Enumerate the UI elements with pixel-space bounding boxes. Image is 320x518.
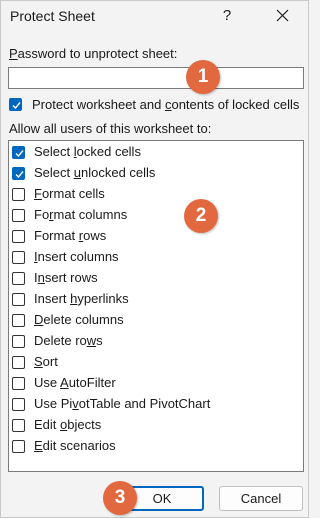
permission-label: Insert hyperlinks	[34, 291, 129, 306]
permission-item[interactable]: Format rows	[9, 226, 303, 247]
permission-item[interactable]: Format columns	[9, 205, 303, 226]
close-button[interactable]	[266, 3, 298, 29]
permission-label-a: Insert	[34, 291, 71, 306]
checkbox-checked-icon	[12, 167, 25, 180]
checkbox-unchecked-icon	[12, 377, 25, 390]
permission-item[interactable]: Insert columns	[9, 247, 303, 268]
permission-label: Select locked cells	[34, 144, 141, 159]
permission-label-b: ocked cells	[76, 144, 141, 159]
permission-label: Use PivotTable and PivotChart	[34, 396, 210, 411]
checkbox-unchecked-icon	[12, 356, 25, 369]
dialog-title: Protect Sheet	[10, 8, 95, 24]
permission-label-a: Select	[34, 165, 74, 180]
help-icon: ?	[222, 7, 232, 24]
permission-item[interactable]: Format cells	[9, 184, 303, 205]
permission-label: Insert rows	[34, 270, 98, 285]
permission-item[interactable]: Edit objects	[9, 415, 303, 436]
help-button[interactable]: ?	[215, 3, 239, 29]
permission-label: Delete rows	[34, 333, 103, 348]
permissions-list[interactable]: Select locked cells Select unlocked cells…	[8, 140, 304, 472]
checkbox-unchecked-icon	[12, 419, 25, 432]
password-label: Password to unprotect sheet:	[9, 46, 177, 61]
permission-label-a: Select	[34, 144, 74, 159]
permission-label-mnemonic: F	[34, 186, 42, 201]
permission-label: Sort	[34, 354, 58, 369]
callout-badge-2: 2	[184, 199, 218, 233]
permission-label-b: bjects	[67, 417, 102, 432]
permission-label: Edit scenarios	[34, 438, 116, 453]
permission-item[interactable]: Insert hyperlinks	[9, 289, 303, 310]
permission-label-mnemonic: n	[37, 270, 45, 285]
permission-label: Use AutoFilter	[34, 375, 116, 390]
protect-contents-label-a: Protect worksheet and	[32, 97, 165, 112]
permission-label-mnemonic: S	[34, 354, 43, 369]
protect-contents-label-b: ontents of locked cells	[171, 97, 300, 112]
protect-sheet-dialog: Protect Sheet ? Password to unprotect sh…	[0, 0, 309, 518]
close-icon	[276, 9, 288, 22]
permission-label-b: mat columns	[53, 207, 128, 222]
title-bar: Protect Sheet ?	[1, 1, 308, 33]
permission-item[interactable]: Select locked cells	[9, 142, 303, 163]
permission-label: Edit objects	[34, 417, 101, 432]
protect-contents-label: Protect worksheet and contents of locked…	[32, 97, 299, 112]
permission-label-a: Fo	[34, 207, 50, 222]
permission-label-a: Use	[34, 375, 61, 390]
checkbox-unchecked-icon	[12, 251, 25, 264]
permission-item[interactable]: Sort	[9, 352, 303, 373]
password-label-mnemonic: P	[9, 46, 18, 61]
checkbox-checked-icon	[9, 98, 22, 111]
permission-label-mnemonic: D	[34, 312, 44, 327]
checkbox-unchecked-icon	[12, 314, 25, 327]
permission-item[interactable]: Insert rows	[9, 268, 303, 289]
permission-label: Select unlocked cells	[34, 165, 155, 180]
permission-label-b: yperlinks	[77, 291, 129, 306]
permission-label: Format columns	[34, 207, 127, 222]
checkbox-unchecked-icon	[12, 440, 25, 453]
permission-label: Format rows	[34, 228, 106, 243]
checkbox-unchecked-icon	[12, 293, 25, 306]
permission-item[interactable]: Use AutoFilter	[9, 373, 303, 394]
permission-item[interactable]: Delete rows	[9, 331, 303, 352]
permission-item[interactable]: Delete columns	[9, 310, 303, 331]
permission-item[interactable]: Use PivotTable and PivotChart	[9, 394, 303, 415]
permission-label-b: ows	[83, 228, 107, 243]
checkbox-unchecked-icon	[12, 335, 25, 348]
permission-label-b: dit scenarios	[42, 438, 116, 453]
checkbox-checked-icon	[12, 146, 25, 159]
checkbox-unchecked-icon	[12, 398, 25, 411]
permission-item[interactable]: Select unlocked cells	[9, 163, 303, 184]
password-label-text: assword to unprotect sheet:	[17, 46, 178, 61]
permission-label: Delete columns	[34, 312, 124, 327]
permission-label-mnemonic: u	[73, 165, 81, 180]
password-input[interactable]	[8, 67, 304, 89]
callout-badge-1: 1	[186, 60, 220, 94]
checkbox-unchecked-icon	[12, 272, 25, 285]
permission-label-mnemonic: w	[86, 333, 97, 348]
permission-label-mnemonic: E	[34, 438, 43, 453]
protect-contents-checkbox[interactable]: Protect worksheet and contents of locked…	[9, 96, 305, 114]
permission-label-a: Format	[34, 228, 79, 243]
permission-label-b: ormat cells	[41, 186, 105, 201]
permission-label-b: nsert columns	[37, 249, 119, 264]
permission-label: Format cells	[34, 186, 105, 201]
permission-label-b: elete columns	[43, 312, 124, 327]
permissions-heading: Allow all users of this worksheet to:	[9, 121, 212, 136]
checkbox-unchecked-icon	[12, 188, 25, 201]
permission-label-b: utoFilter	[68, 375, 116, 390]
permission-label: Insert columns	[34, 249, 119, 264]
permission-label-a: Delete ro	[34, 333, 87, 348]
permission-label-a: Edit	[34, 417, 61, 432]
permission-label-b: ort	[42, 354, 58, 369]
checkbox-unchecked-icon	[12, 209, 25, 222]
callout-badge-3: 3	[103, 481, 137, 515]
permission-label-b: s	[96, 333, 103, 348]
permission-label-b: nlocked cells	[80, 165, 156, 180]
permission-label-a: Use Pi	[34, 396, 73, 411]
checkbox-unchecked-icon	[12, 230, 25, 243]
cancel-button[interactable]: Cancel	[219, 486, 303, 511]
permission-label-b: otTable and PivotChart	[78, 396, 211, 411]
permission-label-b: sert rows	[44, 270, 98, 285]
permission-label-mnemonic: A	[60, 375, 69, 390]
permission-item[interactable]: Edit scenarios	[9, 436, 303, 457]
